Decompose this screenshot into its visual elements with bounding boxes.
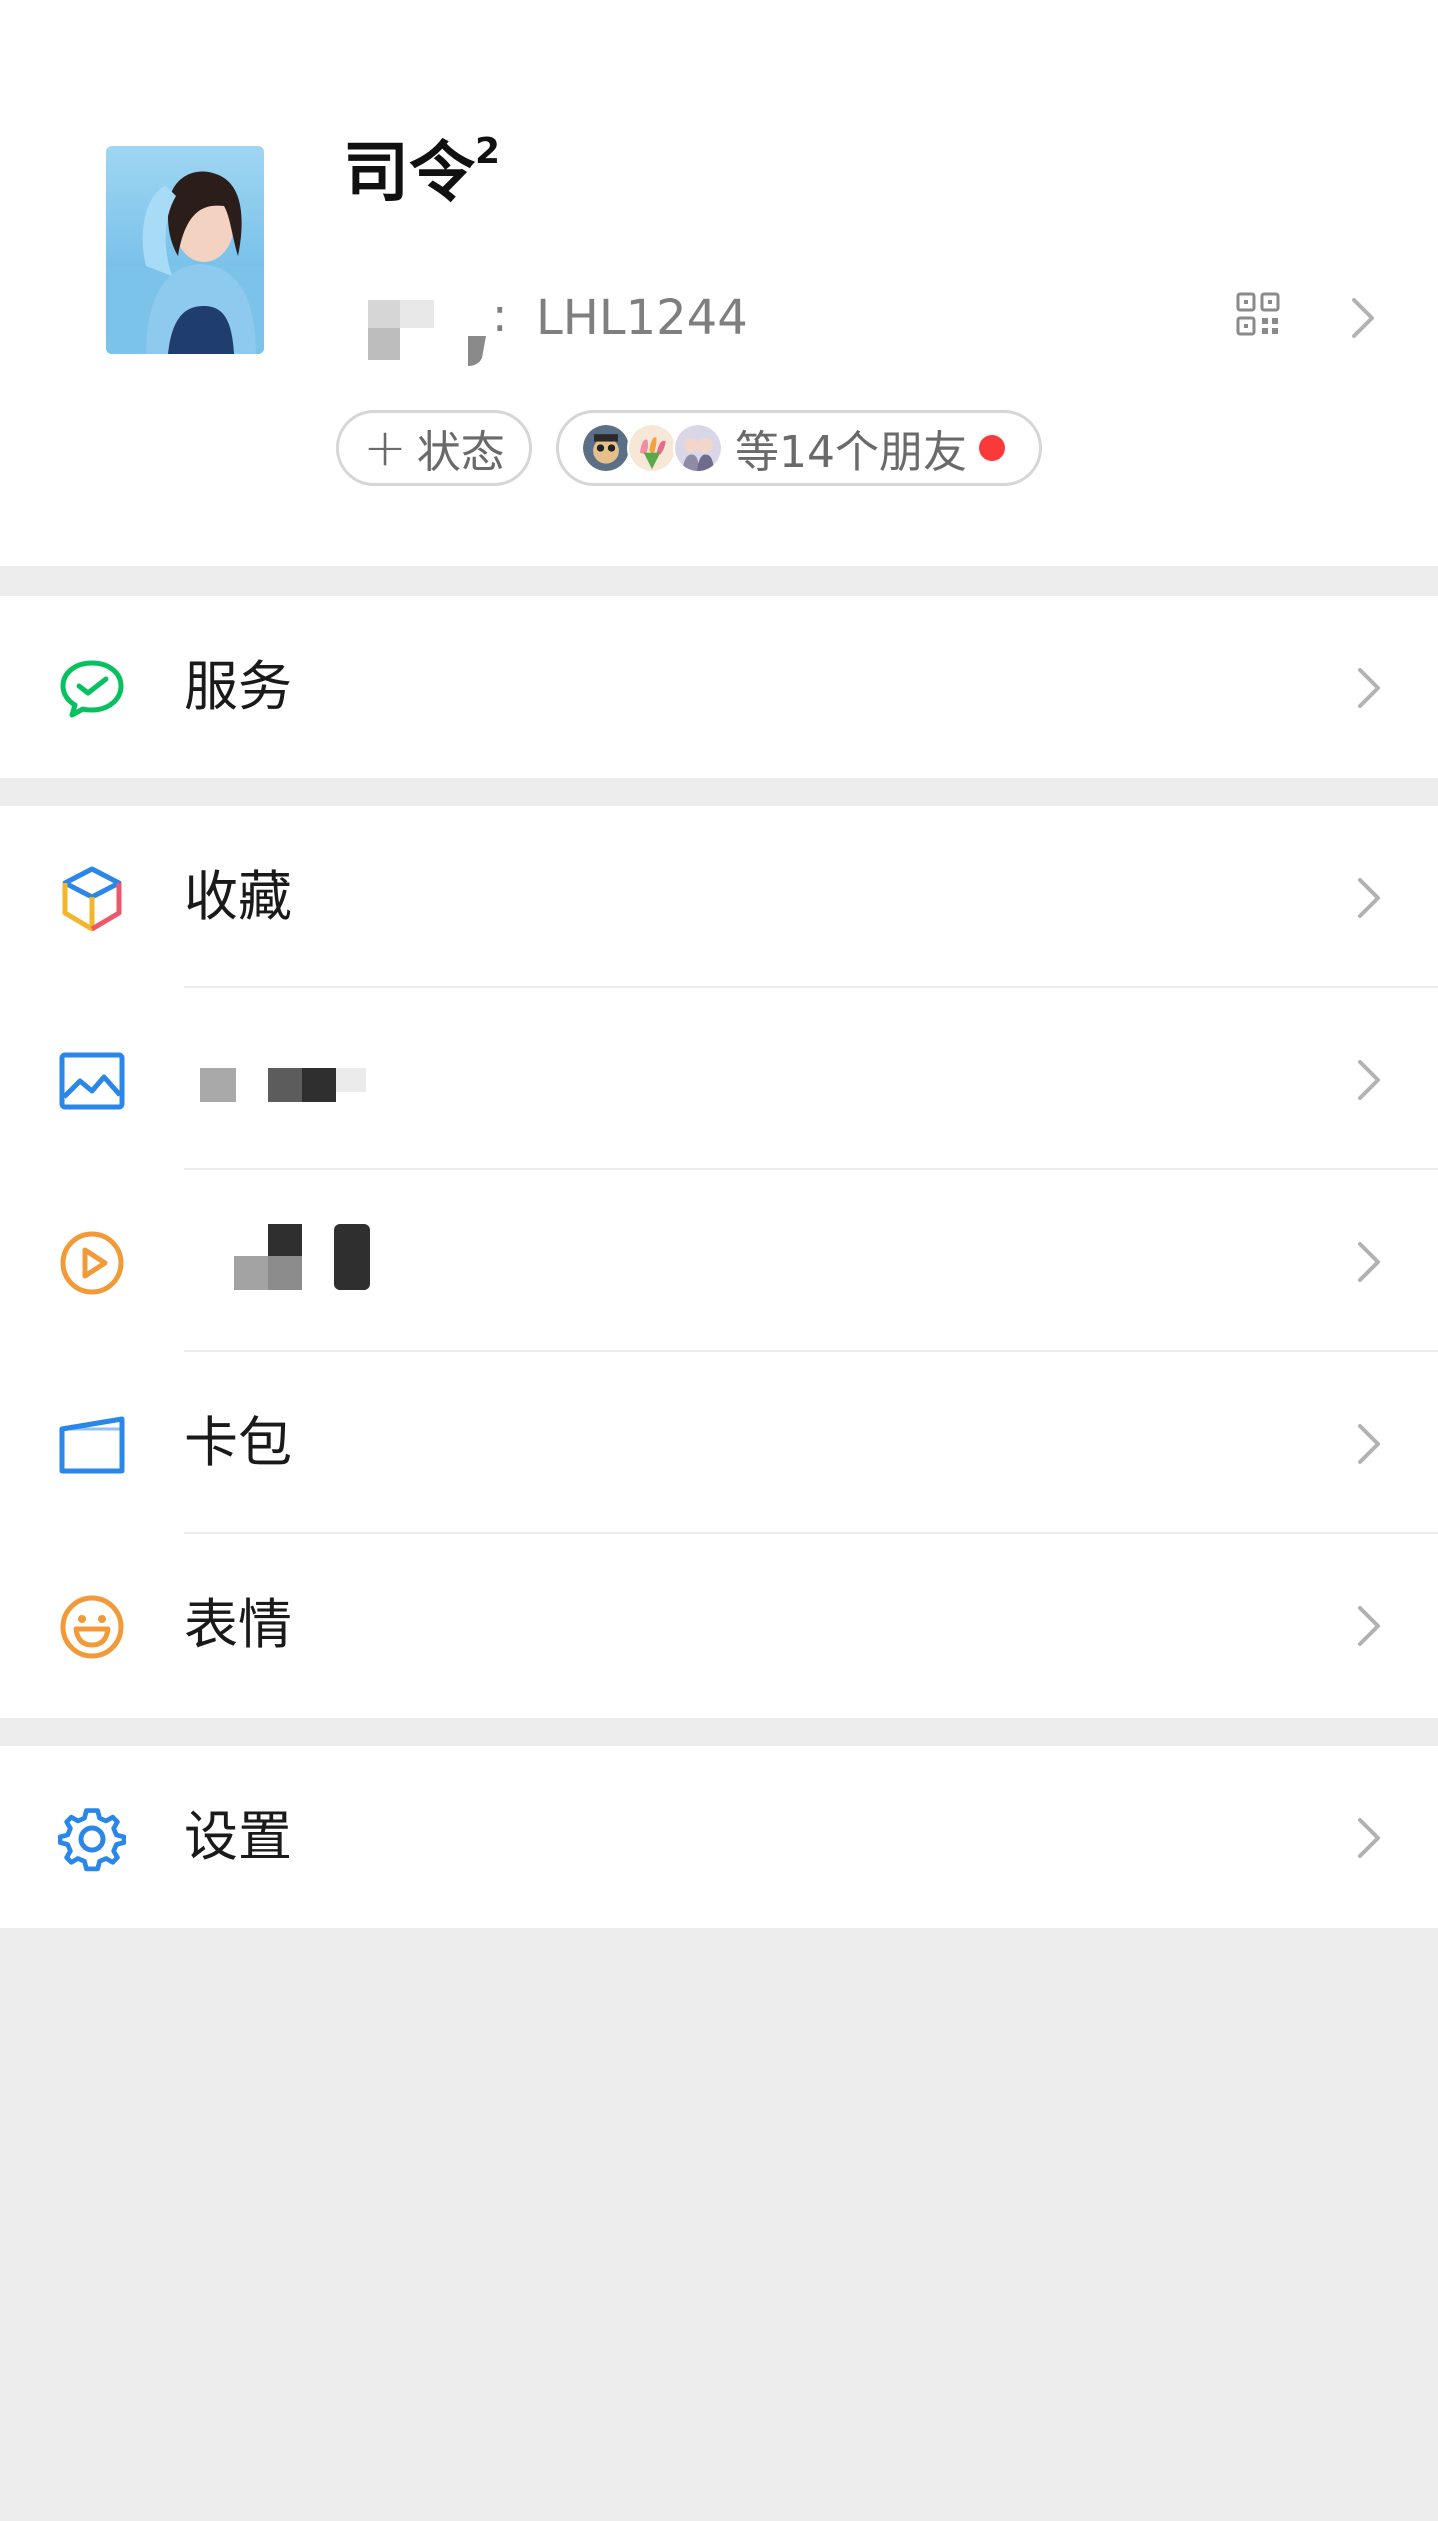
nickname-superscript: 2 — [475, 131, 501, 172]
settings-section: 设置 — [0, 1746, 1438, 1928]
smile-icon — [60, 1595, 124, 1659]
wechat-id-label-redacted — [368, 300, 486, 366]
chevron-right-icon — [1358, 1060, 1380, 1100]
status-label: 状态 — [416, 427, 505, 478]
menu-item-settings[interactable]: 设置 — [0, 1746, 1438, 1928]
gear-icon — [58, 1808, 126, 1872]
menu-item-stickers[interactable]: 表情 — [0, 1534, 1438, 1716]
cube-icon — [62, 866, 122, 932]
avatar[interactable] — [106, 146, 264, 354]
plus-icon: + — [363, 418, 407, 478]
chevron-right-icon — [1358, 1242, 1380, 1282]
nickname: 司令2 — [343, 131, 501, 211]
menu-item-label: 表情 — [184, 1593, 292, 1656]
chevron-right-icon — [1358, 1818, 1380, 1858]
wechat-id-value: LHL1244 — [536, 290, 748, 346]
wechat-id-colon: : — [492, 288, 508, 342]
friend-avatar — [673, 423, 723, 473]
chevron-right-icon — [1358, 878, 1380, 918]
new-indicator-dot — [979, 435, 1005, 461]
chevron-right-icon — [1358, 1606, 1380, 1646]
menu-item-label-redacted — [234, 1224, 370, 1290]
friend-avatar — [581, 423, 631, 473]
main-menu-section: 收藏 卡包 表情 — [0, 806, 1438, 1718]
wechat-pay-icon — [60, 660, 124, 718]
menu-item-favorites[interactable]: 收藏 — [0, 806, 1438, 988]
chevron-right-icon — [1352, 298, 1374, 338]
wechat-id-row[interactable]: : LHL1244 — [368, 288, 1408, 372]
image-icon — [59, 1052, 125, 1110]
add-status-button[interactable]: + 状态 — [336, 410, 532, 486]
profile-header[interactable]: 司令2 : LHL1244 + 状态 等14个朋友 — [0, 0, 1438, 566]
services-section: 服务 — [0, 596, 1438, 778]
menu-item-services[interactable]: 服务 — [0, 596, 1438, 778]
wallet-icon — [59, 1416, 125, 1474]
friends-status-pill[interactable]: 等14个朋友 — [556, 410, 1042, 486]
menu-item-cards[interactable]: 卡包 — [0, 1352, 1438, 1534]
menu-item-label: 服务 — [184, 655, 292, 718]
menu-item-moments[interactable] — [0, 988, 1438, 1170]
chevron-right-icon — [1358, 668, 1380, 708]
qr-code-icon[interactable] — [1236, 292, 1280, 336]
friend-avatar — [627, 423, 677, 473]
menu-item-label: 卡包 — [184, 1411, 292, 1474]
friends-count-label: 等14个朋友 — [735, 427, 967, 478]
play-circle-icon — [60, 1231, 124, 1295]
chevron-right-icon — [1358, 1424, 1380, 1464]
menu-item-label: 收藏 — [184, 865, 292, 928]
menu-item-channels[interactable] — [0, 1170, 1438, 1352]
menu-item-label-redacted — [200, 1068, 366, 1102]
menu-item-label: 设置 — [184, 1805, 292, 1868]
